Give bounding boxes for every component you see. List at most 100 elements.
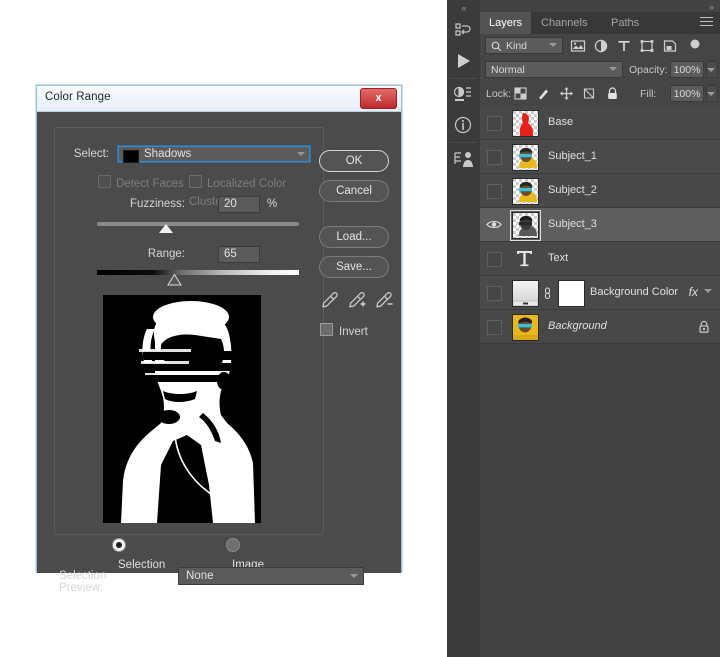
layer-thumbnail[interactable] [512, 110, 539, 137]
layer-thumbnail[interactable] [512, 246, 537, 271]
invert-checkbox[interactable]: Invert [320, 322, 368, 340]
select-dropdown[interactable]: Shadows [117, 145, 311, 163]
filter-kind-dropdown[interactable]: Kind [485, 37, 563, 54]
selection-preview-value: None [186, 570, 214, 582]
filter-type-icon[interactable] [616, 38, 632, 54]
fill-input[interactable]: 100% [670, 85, 704, 102]
layer-visibility-toggle[interactable] [485, 276, 507, 309]
history-icon[interactable] [447, 16, 480, 46]
filter-pixel-icon[interactable] [570, 38, 586, 54]
layer-thumbnail[interactable] [512, 178, 539, 205]
rail-divider [450, 78, 477, 79]
lock-artboard-icon[interactable] [582, 86, 597, 101]
tab-channels[interactable]: Channels [532, 12, 596, 34]
detect-faces-checkbox[interactable]: Detect Faces [98, 174, 184, 192]
blend-mode-dropdown[interactable]: Normal [485, 61, 623, 78]
selection-preview-image [103, 295, 261, 523]
layer-thumbnail[interactable] [512, 280, 539, 307]
layer-thumbnail[interactable] [512, 314, 539, 341]
adjustments-icon[interactable] [447, 80, 480, 110]
close-button[interactable]: x [360, 88, 397, 109]
range-slider-thumb[interactable] [167, 274, 182, 286]
eyedropper-add-icon[interactable] [347, 290, 367, 310]
layer-thumbnail[interactable] [512, 144, 539, 171]
eyedropper-icon[interactable] [320, 290, 340, 310]
checkbox-square-icon [98, 175, 111, 188]
fuzziness-slider-track[interactable] [97, 222, 299, 226]
chevron-down-icon [707, 92, 715, 96]
opacity-label: Opacity: [629, 64, 668, 76]
load-button[interactable]: Load... [319, 226, 389, 248]
info-icon[interactable] [447, 110, 480, 140]
layer-visibility-toggle[interactable] [485, 106, 507, 139]
table-row[interactable]: Subject_3 [480, 208, 720, 242]
layer-visibility-toggle[interactable] [485, 174, 507, 207]
selection-preview-label: Selection Preview: [59, 570, 107, 594]
fill-label: Fill: [640, 88, 657, 100]
screen-root: Color Range x Select: Shadows Detect Fac… [0, 0, 720, 657]
chevron-down-icon[interactable] [704, 289, 712, 293]
tab-paths[interactable]: Paths [602, 12, 648, 34]
link-mask-icon[interactable] [542, 286, 553, 299]
opacity-dropdown-button[interactable] [706, 61, 718, 78]
selection-preview-dropdown[interactable]: None [178, 567, 364, 585]
blend-mode-value: Normal [491, 64, 525, 76]
lock-label: Lock: [486, 88, 512, 100]
layer-mask-thumbnail[interactable] [558, 280, 585, 307]
table-row[interactable]: Base [480, 106, 720, 140]
opacity-input[interactable]: 100% [670, 61, 704, 78]
select-label: Select: [73, 148, 109, 160]
layer-visibility-toggle[interactable] [485, 310, 507, 343]
panel-rail: « [447, 0, 481, 657]
layer-thumbnail[interactable] [510, 210, 541, 241]
expand-panel-button[interactable]: » [709, 2, 714, 12]
dialog-body: Select: Shadows Detect Faces Localized C… [37, 112, 401, 594]
layer-visibility-toggle[interactable] [485, 140, 507, 173]
actions-play-icon[interactable] [447, 46, 480, 76]
cancel-button[interactable]: Cancel [319, 180, 389, 202]
range-slider-track[interactable] [97, 270, 299, 275]
eye-off-icon [487, 150, 502, 165]
layer-visibility-toggle[interactable] [485, 242, 507, 275]
filter-shape-icon[interactable] [639, 38, 655, 54]
range-input[interactable]: 65 [218, 246, 260, 263]
rail-group-history [447, 16, 480, 76]
eyedropper-subtract-icon[interactable] [374, 290, 394, 310]
fill-dropdown-button[interactable] [706, 85, 718, 102]
layer-name: Subject_2 [548, 184, 597, 196]
layer-visibility-toggle[interactable] [485, 208, 507, 241]
fuzziness-label: Fuzziness: [130, 198, 185, 210]
table-row[interactable]: Subject_2 [480, 174, 720, 208]
dialog-button-column: OK Cancel Load... Save... [319, 150, 399, 286]
fuzziness-input[interactable]: 20 [218, 196, 260, 213]
table-row[interactable]: Text [480, 242, 720, 276]
eye-icon [486, 220, 502, 229]
collapse-panel-button[interactable]: « [451, 2, 477, 14]
lock-image-icon[interactable] [536, 86, 551, 101]
layer-comps-icon[interactable] [447, 144, 480, 174]
blend-mode-row: Normal Opacity: 100% [480, 58, 720, 82]
panel-menu-icon[interactable] [700, 17, 713, 29]
table-row[interactable]: Background Color fx [480, 276, 720, 310]
lock-all-icon[interactable] [605, 86, 620, 101]
radio-selection[interactable]: Selection [112, 537, 165, 573]
filter-adjustment-icon[interactable] [593, 38, 609, 54]
table-row[interactable]: Background [480, 310, 720, 344]
filter-kind-label: Kind [506, 40, 528, 52]
menu-line [700, 17, 713, 18]
lock-icon [698, 320, 710, 334]
lock-position-icon[interactable] [559, 86, 574, 101]
save-button[interactable]: Save... [319, 256, 389, 278]
rail-divider [450, 142, 477, 143]
fuzziness-slider-thumb[interactable] [159, 224, 173, 233]
filter-toggle-icon[interactable] [687, 38, 703, 54]
chevron-down-icon [549, 43, 557, 47]
menu-line [700, 25, 713, 26]
filter-smart-object-icon[interactable] [662, 38, 678, 54]
tab-layers[interactable]: Layers [480, 12, 532, 34]
layer-name: Subject_3 [548, 218, 597, 230]
table-row[interactable]: Subject_1 [480, 140, 720, 174]
layer-effects-badge[interactable]: fx [689, 285, 698, 299]
ok-button[interactable]: OK [319, 150, 389, 172]
lock-transparency-icon[interactable] [513, 86, 528, 101]
